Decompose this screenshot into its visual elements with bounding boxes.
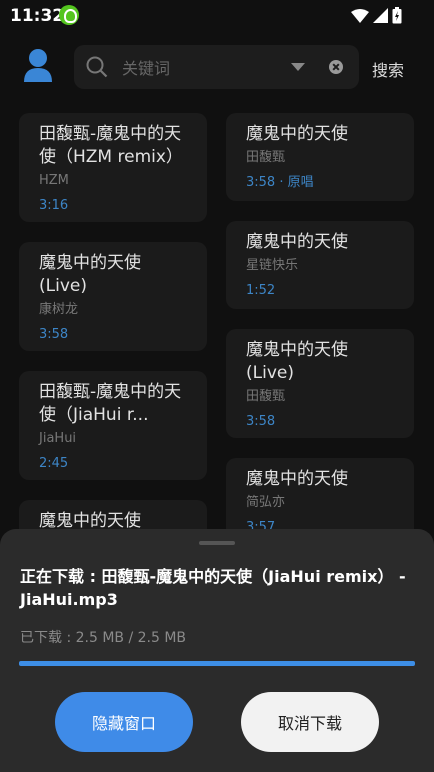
song-title: 魔鬼中的天使 (Live): [39, 253, 141, 296]
download-progress-fill: [19, 661, 415, 666]
wifi-icon: [351, 8, 369, 27]
song-duration: 3:58: [39, 327, 69, 342]
download-progress-text: 已下载 : 2.5 MB / 2.5 MB: [20, 630, 187, 646]
clear-icon[interactable]: [329, 60, 343, 74]
song-title: 田馥甄-魔鬼中的天使（JiaHui r...: [39, 382, 182, 425]
signal-icon: [373, 8, 388, 27]
dropdown-icon[interactable]: [291, 63, 305, 71]
song-artist: 田馥甄: [246, 389, 286, 404]
hide-window-button[interactable]: 隐藏窗口: [55, 692, 193, 752]
song-title: 魔鬼中的天使: [246, 232, 348, 252]
avatar-icon[interactable]: [22, 48, 54, 84]
search-button[interactable]: 搜索: [372, 57, 404, 81]
search-icon: [86, 56, 108, 78]
download-title: 正在下载 : 田馥甄-魔鬼中的天使（JiaHui remix） - JiaHui…: [20, 567, 406, 609]
song-artist: JiaHui: [39, 431, 77, 446]
drag-handle[interactable]: [199, 541, 235, 545]
song-title: 田馥甄-魔鬼中的天使（HZM remix）: [39, 124, 183, 167]
battery-icon: [392, 7, 402, 28]
song-title: 魔鬼中的天使: [246, 469, 348, 489]
header: 搜索: [0, 38, 434, 98]
song-duration: 2:45: [39, 456, 69, 471]
download-progress-bar: [19, 661, 415, 666]
status-time: 11:32: [10, 6, 65, 26]
system-icons: [351, 7, 402, 28]
notification-app-icon: [59, 5, 79, 25]
song-card[interactable]: 魔鬼中的天使 (Live) 田馥甄 3:58: [226, 329, 414, 438]
song-duration: 1:52: [246, 283, 276, 298]
song-duration: 3:16: [39, 198, 69, 213]
song-artist: 简弘亦: [246, 495, 286, 510]
cancel-download-button[interactable]: 取消下载: [241, 692, 379, 752]
song-card[interactable]: 魔鬼中的天使 (Live) 康树龙 3:58: [19, 242, 207, 351]
song-card[interactable]: 田馥甄-魔鬼中的天使（HZM remix） HZM 3:16: [19, 113, 207, 222]
search-box[interactable]: [74, 45, 359, 89]
song-card[interactable]: 魔鬼中的天使 星链快乐 1:52: [226, 221, 414, 309]
download-sheet: 正在下载 : 田馥甄-魔鬼中的天使（JiaHui remix） - JiaHui…: [0, 529, 434, 772]
song-card[interactable]: 田馥甄-魔鬼中的天使（JiaHui r... JiaHui 2:45: [19, 371, 207, 480]
song-card[interactable]: 魔鬼中的天使 田馥甄 3:58 · 原唱: [226, 113, 414, 201]
song-artist: 星链快乐: [246, 258, 299, 273]
song-duration: 3:58: [246, 414, 276, 429]
song-title: 魔鬼中的天使: [246, 124, 348, 144]
song-artist: 康树龙: [39, 302, 79, 317]
song-artist: HZM: [39, 173, 69, 188]
search-input[interactable]: [120, 52, 284, 84]
song-artist: 田馥甄: [246, 150, 286, 165]
status-bar: 11:32: [0, 0, 434, 30]
song-title: 魔鬼中的天使 (Live): [246, 340, 348, 383]
song-duration: 3:58 · 原唱: [246, 175, 314, 190]
